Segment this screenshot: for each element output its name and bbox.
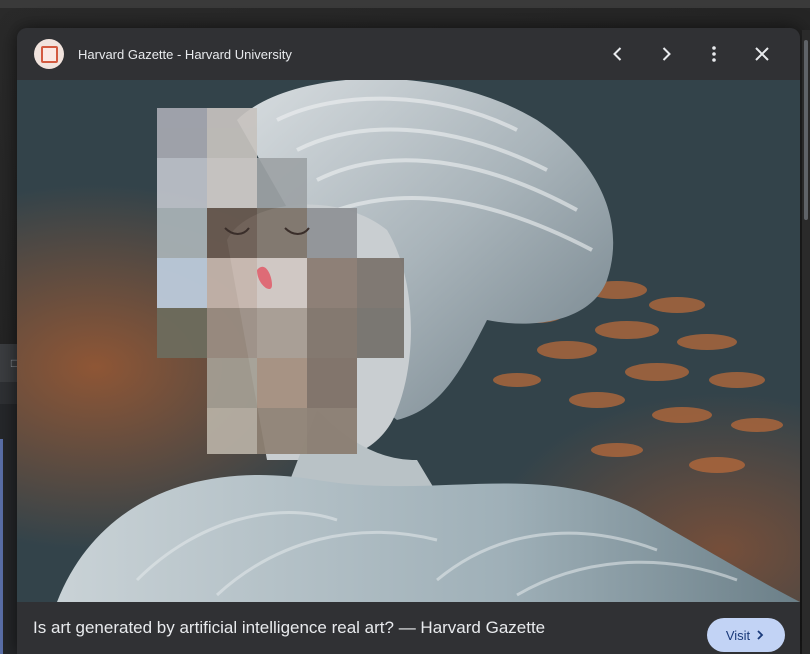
chevron-right-icon [662,47,671,61]
visit-button[interactable]: Visit [707,618,785,652]
more-vert-icon [712,46,716,62]
screen: □ × Harvard Gazette - Harvard University [0,0,810,654]
site-name: Harvard Gazette - Harvard University [78,46,292,62]
background-panel-edge [0,439,3,654]
chevron-right-icon [757,630,764,640]
more-options-button[interactable] [690,34,738,74]
close-button[interactable] [738,34,786,74]
scrollbar-thumb[interactable] [804,40,808,220]
background-browser-bar [0,0,810,8]
close-icon [755,47,769,61]
preview-image[interactable] [17,80,800,602]
preview-header: Harvard Gazette - Harvard University [17,28,800,80]
scrollbar[interactable] [802,30,810,654]
previous-button[interactable] [594,34,642,74]
next-button[interactable] [642,34,690,74]
visit-button-label: Visit [725,627,751,643]
statue-artwork-image [17,80,800,602]
preview-actions [594,28,786,80]
page-title-link[interactable]: Is art generated by artificial intellige… [33,618,545,638]
chevron-left-icon [613,47,622,61]
caption-bar: Is art generated by artificial intellige… [17,602,800,654]
image-preview-panel: Harvard Gazette - Harvard University Is … [17,28,800,654]
site-favicon-icon [34,39,64,69]
